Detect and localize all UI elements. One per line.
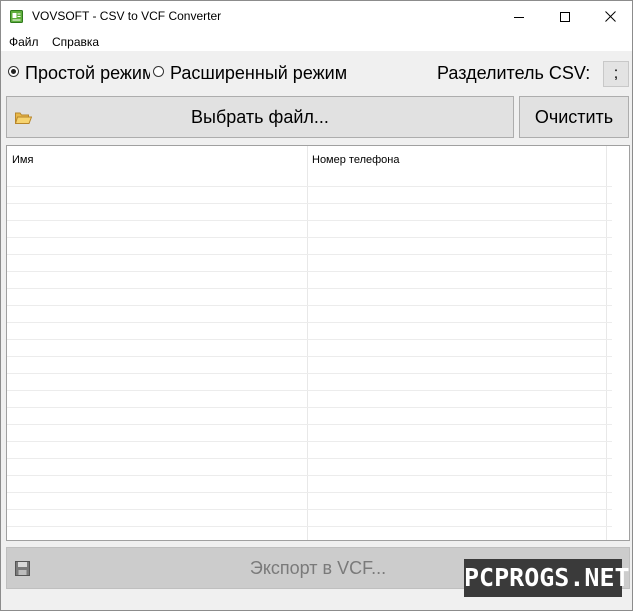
- row-divider: [7, 322, 612, 323]
- separator-label: Разделитель CSV:: [437, 63, 591, 83]
- column-divider: [606, 146, 607, 540]
- row-divider: [7, 305, 612, 306]
- menu-help[interactable]: Справка: [52, 35, 99, 49]
- options-row: Простой режим Расширенный режим Разделит…: [1, 51, 632, 95]
- row-divider: [7, 254, 612, 255]
- title-bar[interactable]: VOVSOFT - CSV to VCF Converter: [1, 1, 632, 32]
- separator-input[interactable]: ;: [603, 61, 629, 87]
- row-divider: [7, 492, 612, 493]
- watermark: PCPROGS.NET: [464, 559, 630, 597]
- advanced-mode-radio[interactable]: [153, 66, 164, 77]
- simple-mode-radio[interactable]: [8, 66, 19, 77]
- floppy-disk-icon: [15, 561, 30, 576]
- row-divider: [7, 220, 612, 221]
- row-divider: [7, 356, 612, 357]
- row-divider: [7, 407, 612, 408]
- row-divider: [7, 390, 612, 391]
- row-divider: [7, 203, 612, 204]
- clear-button[interactable]: Очистить: [519, 96, 629, 138]
- maximize-icon: [560, 11, 570, 22]
- export-vcf-label: Экспорт в VCF...: [249, 557, 387, 578]
- row-divider: [7, 373, 612, 374]
- minimize-icon: [514, 16, 524, 18]
- clear-label: Очистить: [534, 106, 614, 127]
- row-divider: [7, 424, 612, 425]
- vcard-icon: [10, 10, 23, 23]
- row-divider: [7, 509, 612, 510]
- row-divider: [7, 441, 612, 442]
- choose-file-label: Выбрать файл...: [191, 106, 329, 127]
- grid-header: Имя Номер телефона: [7, 146, 629, 186]
- row-divider: [7, 271, 612, 272]
- row-divider: [7, 475, 612, 476]
- close-icon: [604, 11, 616, 22]
- row-divider: [7, 186, 612, 187]
- column-header-phone[interactable]: Номер телефона: [312, 154, 399, 166]
- row-divider: [7, 237, 612, 238]
- choose-file-button[interactable]: Выбрать файл...: [6, 96, 514, 138]
- row-divider: [7, 458, 612, 459]
- close-button[interactable]: [587, 1, 633, 32]
- menu-file[interactable]: Файл: [9, 35, 39, 49]
- contacts-grid[interactable]: Имя Номер телефона: [6, 145, 630, 541]
- row-divider: [7, 526, 612, 527]
- advanced-mode-label[interactable]: Расширенный режим: [170, 62, 347, 84]
- row-divider: [7, 339, 612, 340]
- column-divider: [307, 146, 308, 540]
- folder-open-icon: [15, 112, 32, 124]
- minimize-button[interactable]: [496, 1, 542, 32]
- simple-mode-label[interactable]: Простой режим: [25, 62, 150, 84]
- maximize-button[interactable]: [542, 1, 588, 32]
- row-divider: [7, 288, 612, 289]
- menu-bar: Файл Справка: [1, 32, 632, 51]
- window-title: VOVSOFT - CSV to VCF Converter: [32, 9, 222, 23]
- column-header-name[interactable]: Имя: [12, 154, 33, 166]
- app-window: VOVSOFT - CSV to VCF Converter Файл Спра…: [0, 0, 633, 611]
